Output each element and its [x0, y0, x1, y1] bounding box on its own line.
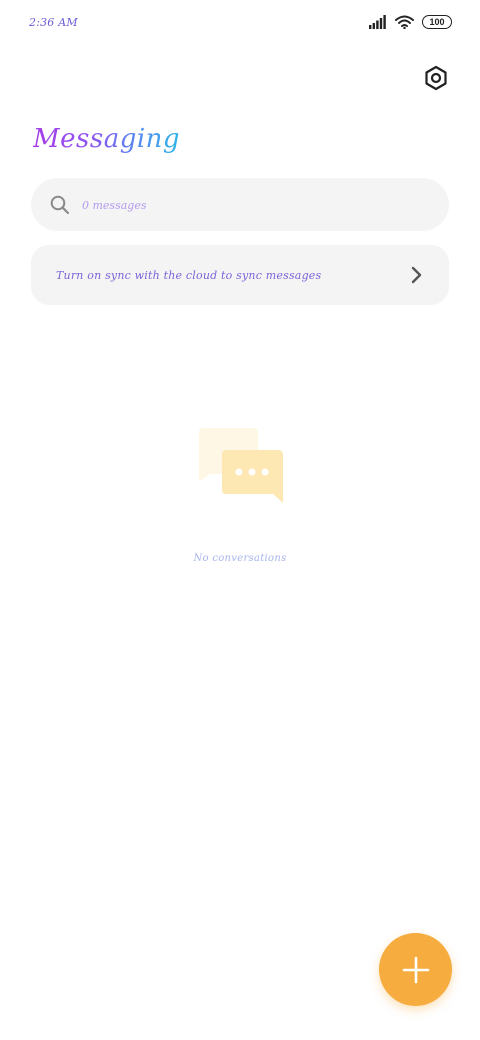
empty-state-text: No conversations [193, 553, 287, 564]
status-bar: 2:36 AM 100 [0, 0, 480, 44]
wifi-icon [395, 15, 414, 29]
chevron-right-icon [411, 266, 422, 284]
status-time: 2:36 AM [29, 16, 78, 29]
settings-button[interactable] [422, 64, 450, 92]
sync-banner-text: Turn on sync with the cloud to sync mess… [56, 269, 322, 282]
battery-icon: 100 [422, 15, 452, 29]
hexagon-gear-icon [425, 65, 447, 91]
signal-bars-icon [369, 15, 386, 29]
search-icon [50, 195, 70, 215]
battery-level: 100 [429, 16, 445, 27]
search-placeholder: 0 messages [82, 199, 147, 212]
new-message-button[interactable] [379, 933, 452, 1006]
plus-icon [402, 956, 429, 983]
status-icons: 100 [369, 13, 452, 31]
chat-bubbles-icon [199, 428, 283, 503]
page-title: Messaging [33, 124, 181, 154]
